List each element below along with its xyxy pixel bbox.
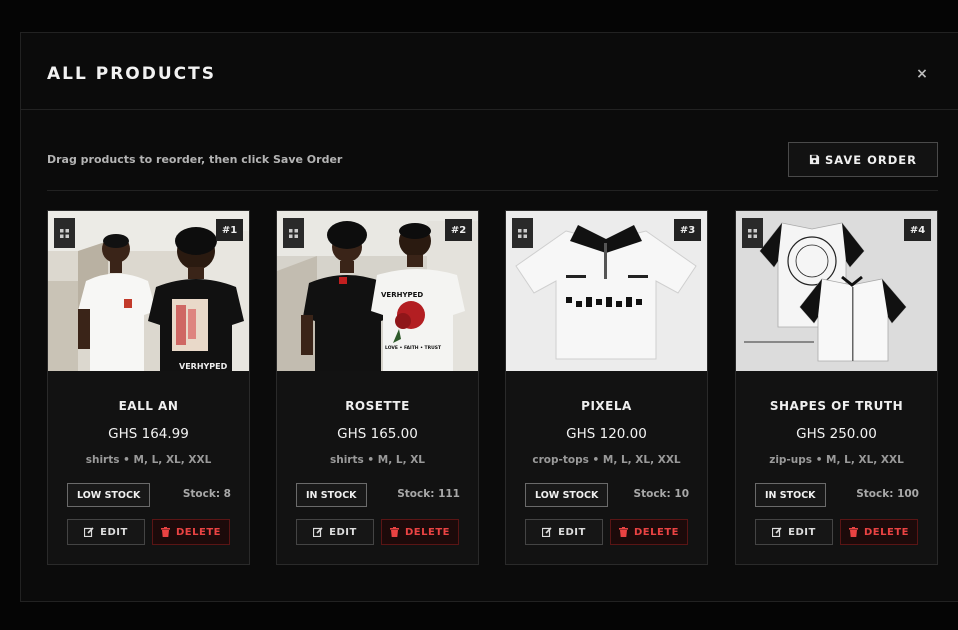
edit-button[interactable]: EDIT [525, 519, 603, 545]
trash-icon [619, 527, 628, 537]
stock-count: Stock: 8 [182, 488, 231, 500]
edit-pencil-icon [313, 527, 323, 537]
stock-status-badge: IN STOCK [296, 483, 367, 507]
product-sizes: • M, L, XL, XXL [815, 454, 904, 466]
product-image: VERHYPED #1 [48, 211, 249, 371]
grid-dots-icon [60, 228, 69, 238]
product-name: EALL AN [118, 399, 179, 413]
edit-button[interactable]: EDIT [755, 519, 833, 545]
drag-handle[interactable] [283, 218, 304, 248]
grid-dots-icon [748, 228, 757, 238]
product-price: GHS 120.00 [566, 426, 647, 442]
modal-header: ALL PRODUCTS × [21, 33, 958, 110]
back-print-text: VERHYPED [179, 362, 228, 371]
position-badge: #2 [445, 219, 472, 241]
edit-label: EDIT [558, 526, 586, 538]
product-image: #4 [736, 211, 937, 371]
product-meta: zip-ups • M, L, XL, XXL [736, 454, 937, 466]
product-meta: crop-tops • M, L, XL, XXL [506, 454, 707, 466]
edit-label: EDIT [329, 526, 357, 538]
stock-status-badge: LOW STOCK [67, 483, 151, 507]
reorder-hint: Drag products to reorder, then click Sav… [47, 153, 343, 166]
drag-handle[interactable] [742, 218, 763, 248]
product-category: crop-tops [532, 454, 589, 466]
product-sizes: • M, L, XL, XXL [592, 454, 681, 466]
product-price: GHS 250.00 [796, 426, 877, 442]
trash-icon [849, 527, 858, 537]
position-badge: #1 [216, 219, 243, 241]
save-order-label: SAVE ORDER [824, 152, 918, 167]
stock-count: Stock: 111 [397, 488, 460, 500]
stock-status-badge: LOW STOCK [525, 483, 609, 507]
product-card[interactable]: #3 PIXELA GHS 120.00 crop-tops • M, L, X… [505, 210, 708, 565]
position-badge: #3 [674, 219, 701, 241]
edit-button[interactable]: EDIT [296, 519, 374, 545]
trash-icon [161, 527, 170, 537]
trash-icon [390, 527, 399, 537]
close-icon: × [916, 66, 928, 82]
position-badge: #4 [904, 219, 931, 241]
product-image: VERHYPED LOVE • FAITH • TRUST #2 [277, 211, 478, 371]
edit-pencil-icon [84, 527, 94, 537]
drag-handle[interactable] [54, 218, 75, 248]
product-name: ROSETTE [345, 399, 410, 413]
grid-dots-icon [518, 228, 527, 238]
product-category: shirts [85, 454, 120, 466]
delete-label: DELETE [405, 526, 450, 538]
product-category: zip-ups [769, 454, 813, 466]
stock-status-badge: IN STOCK [755, 483, 826, 507]
product-meta: shirts • M, L, XL [277, 454, 478, 466]
floppy-disk-icon [809, 154, 820, 165]
delete-button[interactable]: DELETE [610, 519, 688, 545]
delete-button[interactable]: DELETE [840, 519, 918, 545]
stock-count: Stock: 100 [856, 488, 919, 500]
products-modal: ALL PRODUCTS × Drag products to reorder,… [20, 32, 958, 602]
delete-label: DELETE [634, 526, 679, 538]
product-name: SHAPES OF TRUTH [769, 399, 904, 413]
product-meta: shirts • M, L, XL, XXL [48, 454, 249, 466]
product-image: #3 [506, 211, 707, 371]
modal-title: ALL PRODUCTS [47, 64, 216, 84]
product-name: PIXELA [581, 399, 632, 413]
edit-label: EDIT [100, 526, 128, 538]
edit-pencil-icon [542, 527, 552, 537]
grid-dots-icon [289, 228, 298, 238]
product-price: GHS 165.00 [337, 426, 418, 442]
close-button[interactable]: × [913, 65, 931, 83]
product-price: GHS 164.99 [108, 426, 189, 442]
product-card[interactable]: #4 SHAPES OF TRUTH GHS 250.00 zip-ups • … [735, 210, 938, 565]
product-sizes: • M, L, XL, XXL [123, 454, 212, 466]
product-card[interactable]: VERHYPED #1 EALL AN GHS 164.99 shirts • … [47, 210, 250, 565]
drag-handle[interactable] [512, 218, 533, 248]
stock-count: Stock: 10 [633, 488, 689, 500]
edit-label: EDIT [788, 526, 816, 538]
back-print-text: VERHYPED [381, 291, 423, 299]
edit-button[interactable]: EDIT [67, 519, 145, 545]
delete-button[interactable]: DELETE [152, 519, 230, 545]
delete-label: DELETE [176, 526, 221, 538]
reorder-toolbar: Drag products to reorder, then click Sav… [47, 133, 938, 191]
save-order-button[interactable]: SAVE ORDER [788, 142, 938, 177]
back-print-text-2: LOVE • FAITH • TRUST [385, 345, 442, 351]
delete-label: DELETE [864, 526, 909, 538]
edit-pencil-icon [772, 527, 782, 537]
product-sizes: • M, L, XL [367, 454, 426, 466]
product-card[interactable]: VERHYPED LOVE • FAITH • TRUST #2 ROSETTE… [276, 210, 479, 565]
product-category: shirts [329, 454, 364, 466]
delete-button[interactable]: DELETE [381, 519, 459, 545]
